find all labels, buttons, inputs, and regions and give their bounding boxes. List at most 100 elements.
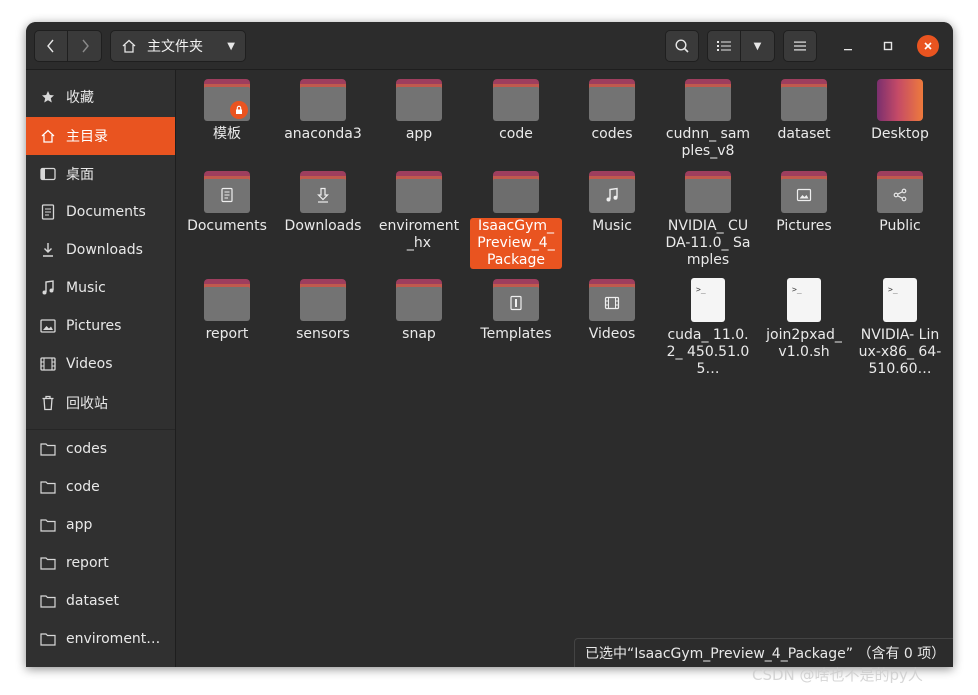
search-button[interactable]	[665, 30, 699, 62]
sidebar-item-home[interactable]: 主目录	[26, 117, 175, 155]
folder-icon	[204, 79, 250, 121]
file-item-label: dataset	[777, 126, 831, 142]
sidebar-item-desktop[interactable]: 桌面	[26, 155, 175, 193]
folder-icon	[40, 441, 56, 457]
file-item-dataset[interactable]: dataset	[758, 70, 850, 143]
sidebar: 收藏 主目录 桌面 Documents Downloads Music Pict…	[26, 70, 176, 667]
file-item-join2pxad[interactable]: >_ join2pxad_ v1.0.sh	[758, 270, 850, 361]
folder-icon	[300, 279, 346, 321]
file-item-cuda-installer[interactable]: >_ cuda_ 11.0.2_ 450.51.05…	[662, 270, 754, 378]
music-icon	[40, 280, 56, 296]
sidebar-bookmark-dataset[interactable]: dataset	[26, 582, 175, 620]
file-item-report[interactable]: report	[181, 270, 273, 343]
sidebar-bookmark-app[interactable]: app	[26, 506, 175, 544]
status-text: 已选中“IsaacGym_Preview_4_Package” （含有 0 项）	[585, 646, 946, 662]
sidebar-item-label: report	[66, 555, 109, 571]
folder-icon	[204, 279, 250, 321]
sidebar-item-downloads[interactable]: Downloads	[26, 231, 175, 269]
file-item-label: sensors	[296, 326, 350, 342]
file-item-code[interactable]: code	[470, 70, 562, 143]
file-manager-window: 主文件夹 ▼ ▼ 收藏 主目录 桌面 Documents Downloads M…	[26, 22, 953, 667]
back-button[interactable]	[34, 30, 68, 62]
sidebar-item-label: Videos	[66, 356, 113, 372]
file-item-public[interactable]: Public	[854, 162, 946, 235]
download-icon	[314, 186, 332, 204]
file-item-label: Videos	[588, 326, 636, 342]
file-item-pictures[interactable]: Pictures	[758, 162, 850, 235]
file-item-enviroment-hx[interactable]: enviroment _hx	[373, 162, 465, 252]
file-item-anaconda3[interactable]: anaconda3	[277, 70, 369, 143]
file-item-label: anaconda3	[284, 126, 362, 142]
sidebar-item-label: Music	[66, 280, 106, 296]
selection-status: 已选中“IsaacGym_Preview_4_Package” （含有 0 项）	[574, 638, 953, 667]
folder-icon	[493, 171, 539, 213]
desktop-icon	[40, 166, 56, 182]
main-menu-button[interactable]	[783, 30, 817, 62]
file-item-sensors[interactable]: sensors	[277, 270, 369, 343]
file-item-app[interactable]: app	[373, 70, 465, 143]
folder-icon	[40, 631, 56, 647]
sidebar-bookmark-codes[interactable]: codes	[26, 430, 175, 468]
folder-icon	[781, 171, 827, 213]
file-item-label: Pictures	[776, 218, 832, 234]
minimize-button[interactable]	[836, 34, 860, 58]
file-item-desktop[interactable]: Desktop	[854, 70, 946, 143]
file-item-label: Documents	[187, 218, 267, 234]
minimize-icon	[844, 49, 852, 51]
file-item-codes[interactable]: codes	[566, 70, 658, 143]
script-file-icon: >_	[883, 278, 917, 322]
file-item-isaacgym[interactable]: IsaacGym_ Preview_4_ Package	[470, 162, 562, 269]
folder-icon	[493, 279, 539, 321]
sidebar-item-music[interactable]: Music	[26, 269, 175, 307]
maximize-button[interactable]	[876, 34, 900, 58]
sidebar-item-label: Downloads	[66, 242, 143, 258]
sidebar-bookmark-enviroment[interactable]: enviroment…	[26, 620, 175, 658]
search-icon	[675, 39, 689, 53]
file-item-label: Templates	[480, 326, 552, 342]
close-icon	[924, 42, 932, 50]
file-item-videos[interactable]: Videos	[566, 270, 658, 343]
list-view-button[interactable]	[707, 30, 741, 62]
sidebar-bookmark-report[interactable]: report	[26, 544, 175, 582]
file-item-nvidia-driver[interactable]: >_ NVIDIA- Linux-x86_ 64-510.60…	[854, 270, 946, 378]
file-item-documents[interactable]: Documents	[181, 162, 273, 235]
sidebar-item-starred[interactable]: 收藏	[26, 78, 175, 116]
file-item-label: report	[205, 326, 249, 342]
sidebar-item-pictures[interactable]: Pictures	[26, 307, 175, 345]
file-item-snap[interactable]: snap	[373, 270, 465, 343]
file-item-label: Desktop	[871, 126, 929, 142]
close-button[interactable]	[917, 35, 939, 57]
sidebar-item-videos[interactable]: Videos	[26, 345, 175, 383]
file-item-templates[interactable]: Templates	[470, 270, 562, 343]
sidebar-bookmark-code[interactable]: code	[26, 468, 175, 506]
picture-icon	[40, 318, 56, 334]
path-bar-home[interactable]: 主文件夹 ▼	[110, 30, 246, 62]
file-item-music[interactable]: Music	[566, 162, 658, 235]
file-item-label: NVIDIA_ CUDA-11.0_ Samples	[665, 218, 751, 268]
file-item-label: Downloads	[284, 218, 362, 234]
script-file-icon: >_	[787, 278, 821, 322]
file-item-cudnn-samples[interactable]: cudnn_ samples_v8	[662, 70, 754, 160]
file-item-label: snap	[402, 326, 436, 342]
script-file-icon: >_	[691, 278, 725, 322]
view-options-button[interactable]: ▼	[741, 30, 775, 62]
download-icon	[40, 242, 56, 258]
sidebar-item-trash[interactable]: 回收站	[26, 384, 175, 422]
folder-icon	[40, 593, 56, 609]
chevron-down-icon: ▼	[227, 40, 235, 52]
home-icon	[40, 128, 56, 144]
file-item-downloads[interactable]: Downloads	[277, 162, 369, 235]
forward-button[interactable]	[68, 30, 102, 62]
sidebar-item-label: Documents	[66, 204, 146, 220]
folder-icon	[396, 171, 442, 213]
sidebar-item-documents[interactable]: Documents	[26, 193, 175, 231]
folder-icon	[685, 171, 731, 213]
file-item-label: cudnn_ samples_v8	[665, 126, 751, 159]
file-item-nvidia-cuda-samples[interactable]: NVIDIA_ CUDA-11.0_ Samples	[662, 162, 754, 269]
sidebar-item-label: codes	[66, 441, 108, 457]
file-item-templates-cn[interactable]: 模板	[181, 70, 273, 143]
sidebar-item-label: enviroment…	[66, 631, 161, 647]
sidebar-item-label: dataset	[66, 593, 119, 609]
star-icon	[40, 89, 56, 105]
path-label: 主文件夹	[147, 39, 203, 55]
